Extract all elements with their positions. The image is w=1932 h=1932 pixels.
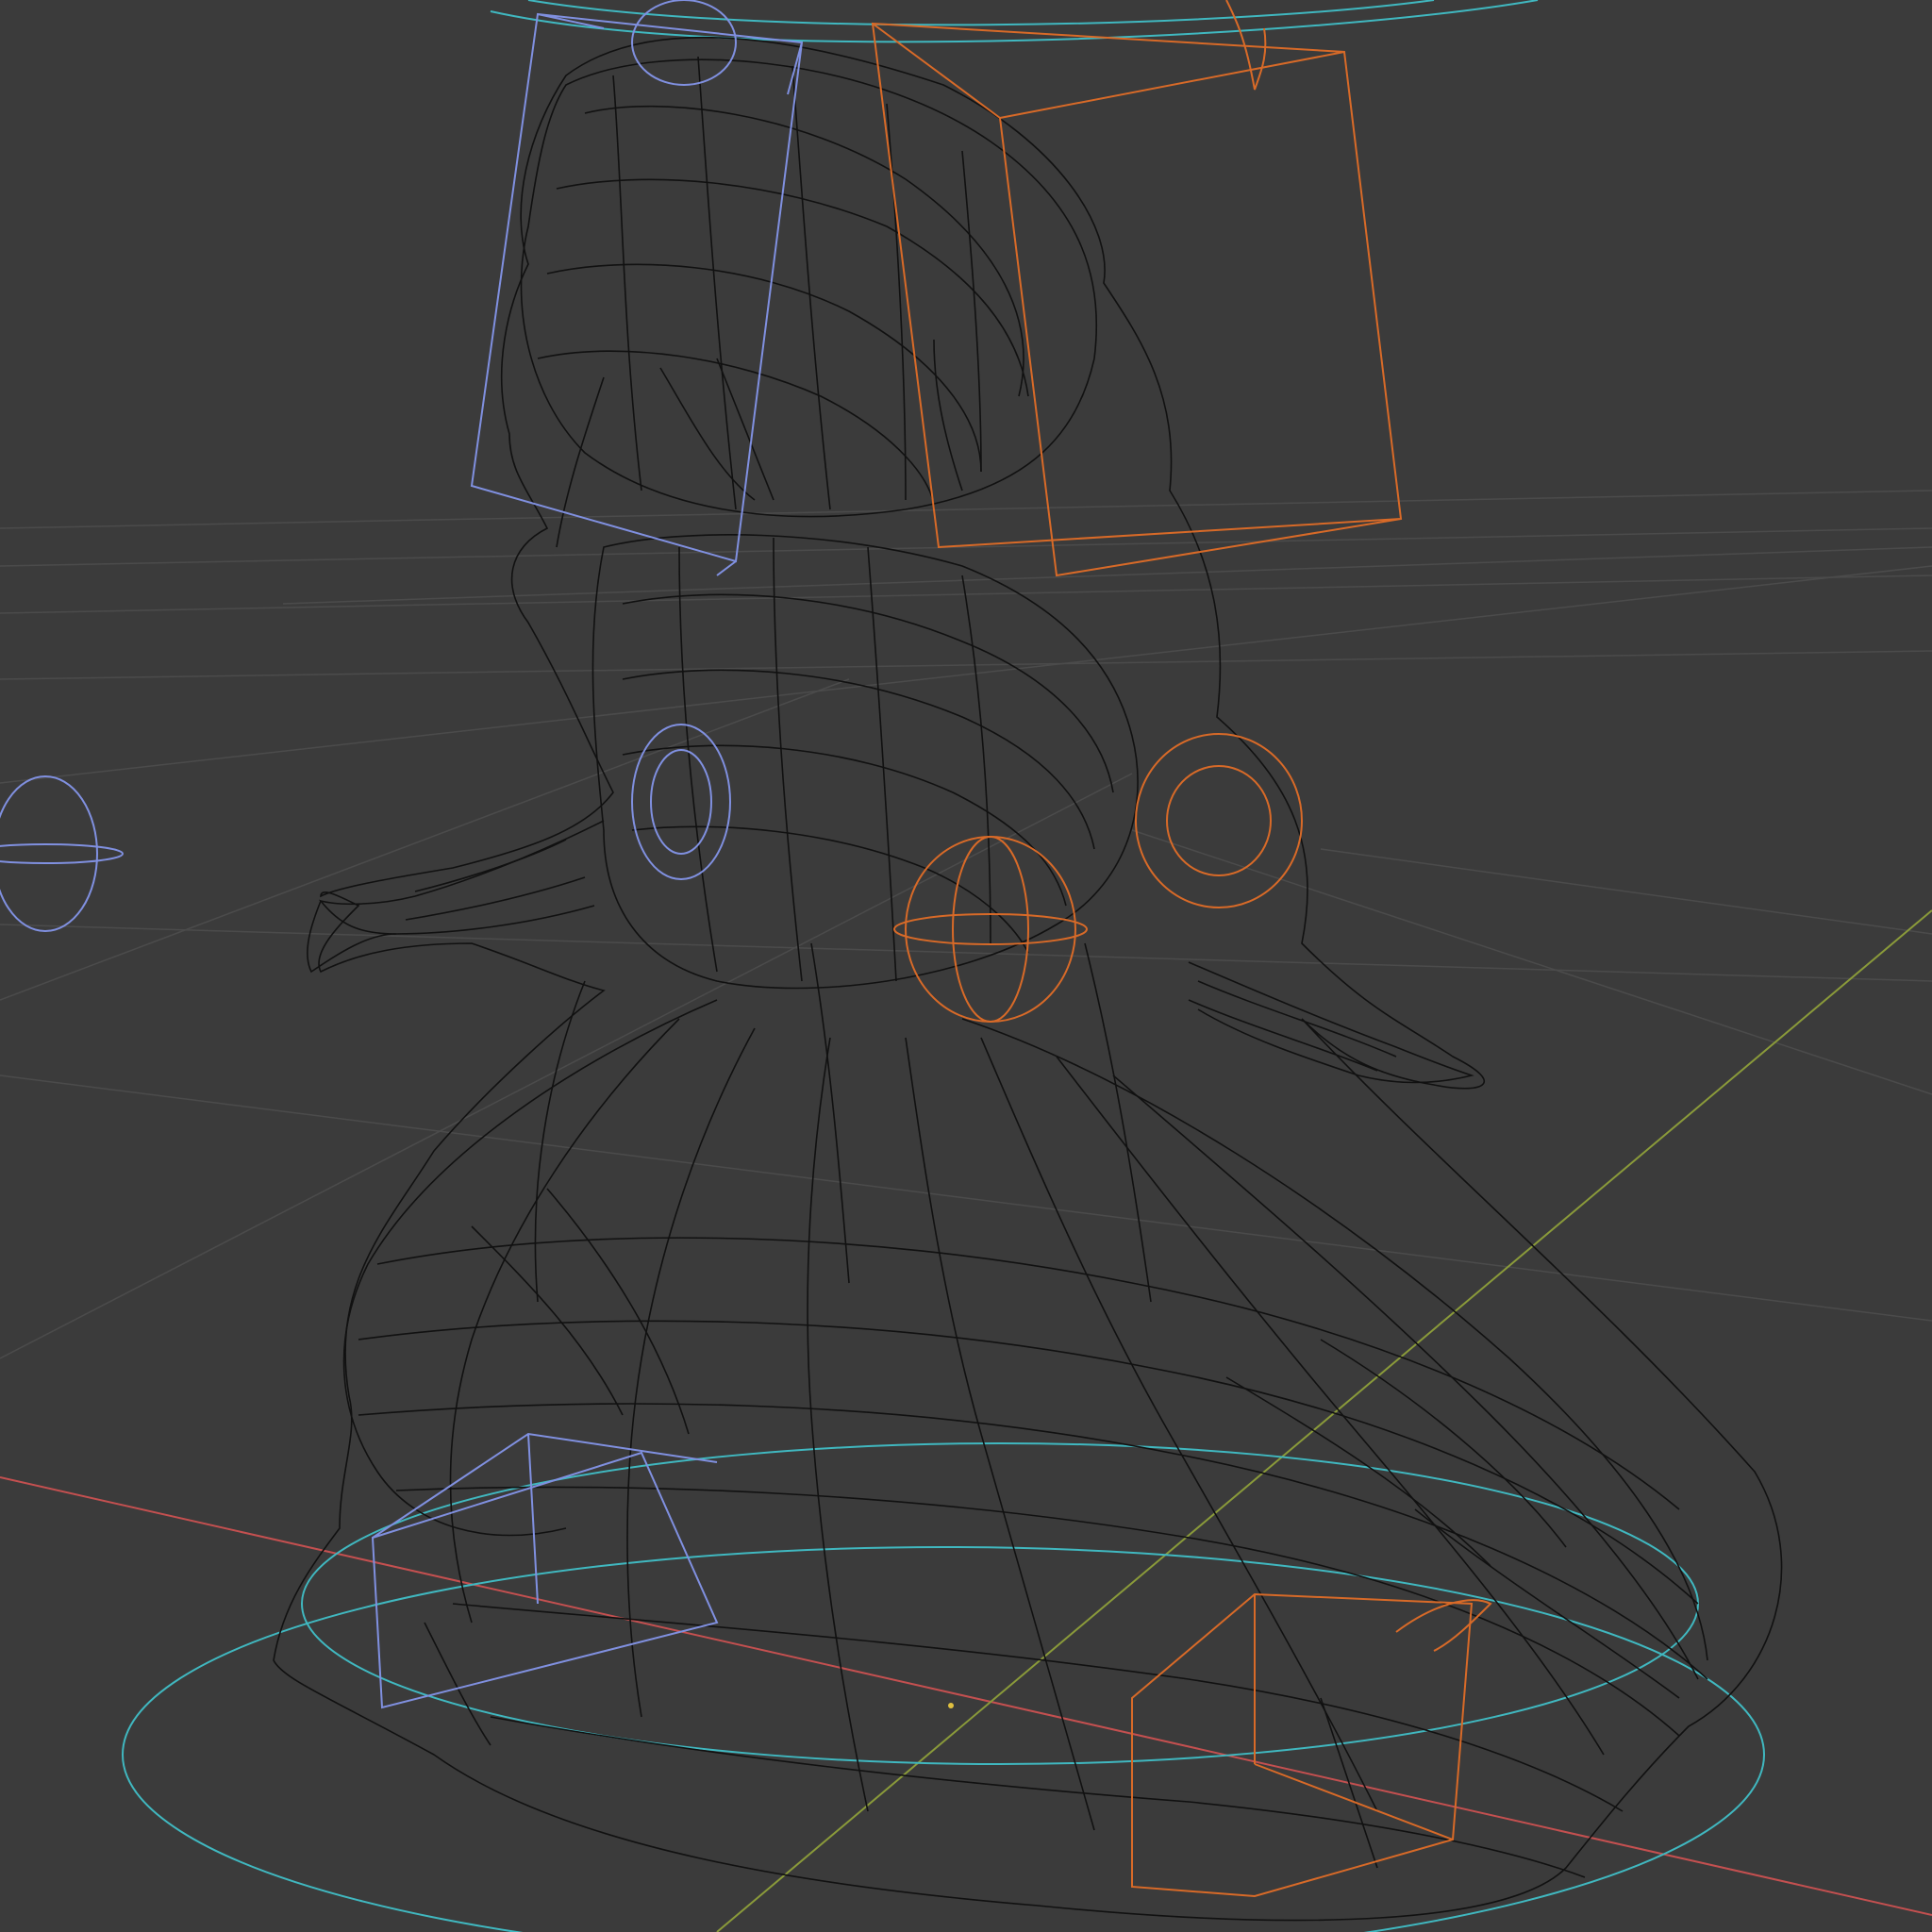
right-foot-control-pivot: [1395, 1599, 1492, 1652]
right-control-rig[interactable]: [871, 0, 1492, 1898]
left-shoulder-control-inner: [650, 749, 712, 855]
left-control-rig[interactable]: [0, 0, 804, 1709]
left-shoulder-control-outer: [631, 724, 731, 880]
3d-viewport[interactable]: [0, 0, 1932, 1932]
world-origin: [948, 1703, 954, 1708]
root-control-rings[interactable]: [122, 0, 1765, 1932]
left-hand-control-sphere: [0, 775, 124, 932]
floor-grid: [0, 490, 1932, 1359]
left-foot-control-box: [371, 1432, 719, 1709]
right-head-control-box: [871, 22, 1403, 577]
right-shoulder-control-outer: [1135, 733, 1303, 908]
x-axis-line: [0, 1476, 1932, 1916]
viewport-canvas[interactable]: [0, 0, 1932, 1932]
character-mesh-wireframe[interactable]: [273, 36, 1783, 1922]
